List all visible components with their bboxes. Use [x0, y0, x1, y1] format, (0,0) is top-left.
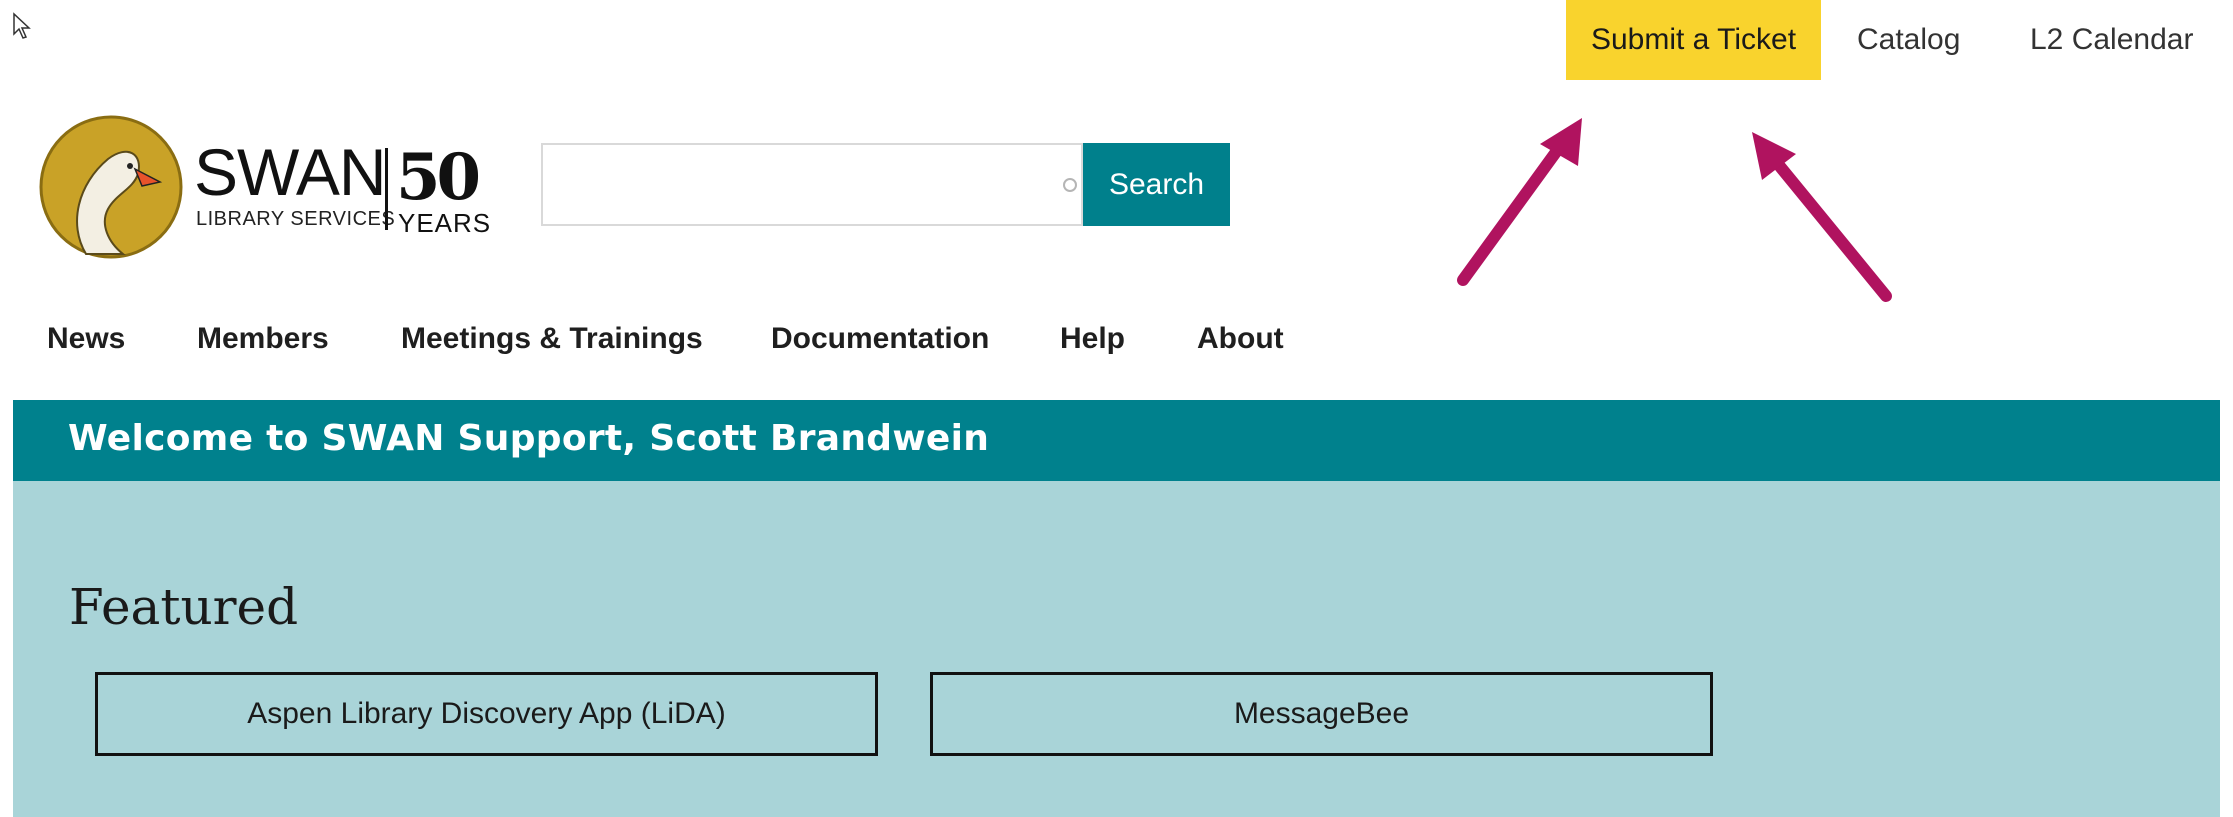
nav-item-help[interactable]: Help — [1060, 322, 1125, 366]
logo-wordmark: SWAN — [194, 135, 387, 209]
logo-anniversary-number: 50 — [396, 140, 481, 215]
nav-item-about[interactable]: About — [1197, 322, 1284, 366]
logo-divider — [385, 148, 388, 230]
welcome-banner: Welcome to SWAN Support, Scott Brandwein — [13, 400, 2220, 481]
logo-anniversary-label: YEARS — [398, 208, 492, 238]
welcome-text: Welcome to SWAN Support, Scott Brandwein — [68, 418, 990, 459]
nav-item-documentation[interactable]: Documentation — [771, 322, 989, 366]
arrow-left-icon — [1457, 118, 1582, 286]
mouse-cursor-icon — [13, 12, 31, 39]
search-clear-icon — [1063, 178, 1077, 192]
search-input[interactable] — [541, 143, 1083, 226]
nav-item-members[interactable]: Members — [197, 322, 329, 366]
search-button[interactable]: Search — [1083, 143, 1230, 226]
nav-item-news[interactable]: News — [47, 322, 125, 366]
featured-title: Featured — [69, 578, 299, 636]
nav-item-meetings-trainings[interactable]: Meetings & Trainings — [401, 322, 703, 366]
logo-subtitle: LIBRARY SERVICES — [196, 208, 396, 230]
submit-ticket-button[interactable]: Submit a Ticket — [1566, 0, 1821, 80]
featured-card-messagebee[interactable]: MessageBee — [930, 672, 1713, 756]
arrow-right-icon — [1752, 132, 1892, 302]
featured-section — [13, 481, 2220, 817]
swan-logo[interactable]: SWAN LIBRARY SERVICES 50 YEARS — [38, 114, 498, 262]
catalog-link[interactable]: Catalog — [1857, 0, 1960, 80]
l2-calendar-link[interactable]: L2 Calendar — [2030, 0, 2193, 80]
featured-card-lida[interactable]: Aspen Library Discovery App (LiDA) — [95, 672, 878, 756]
